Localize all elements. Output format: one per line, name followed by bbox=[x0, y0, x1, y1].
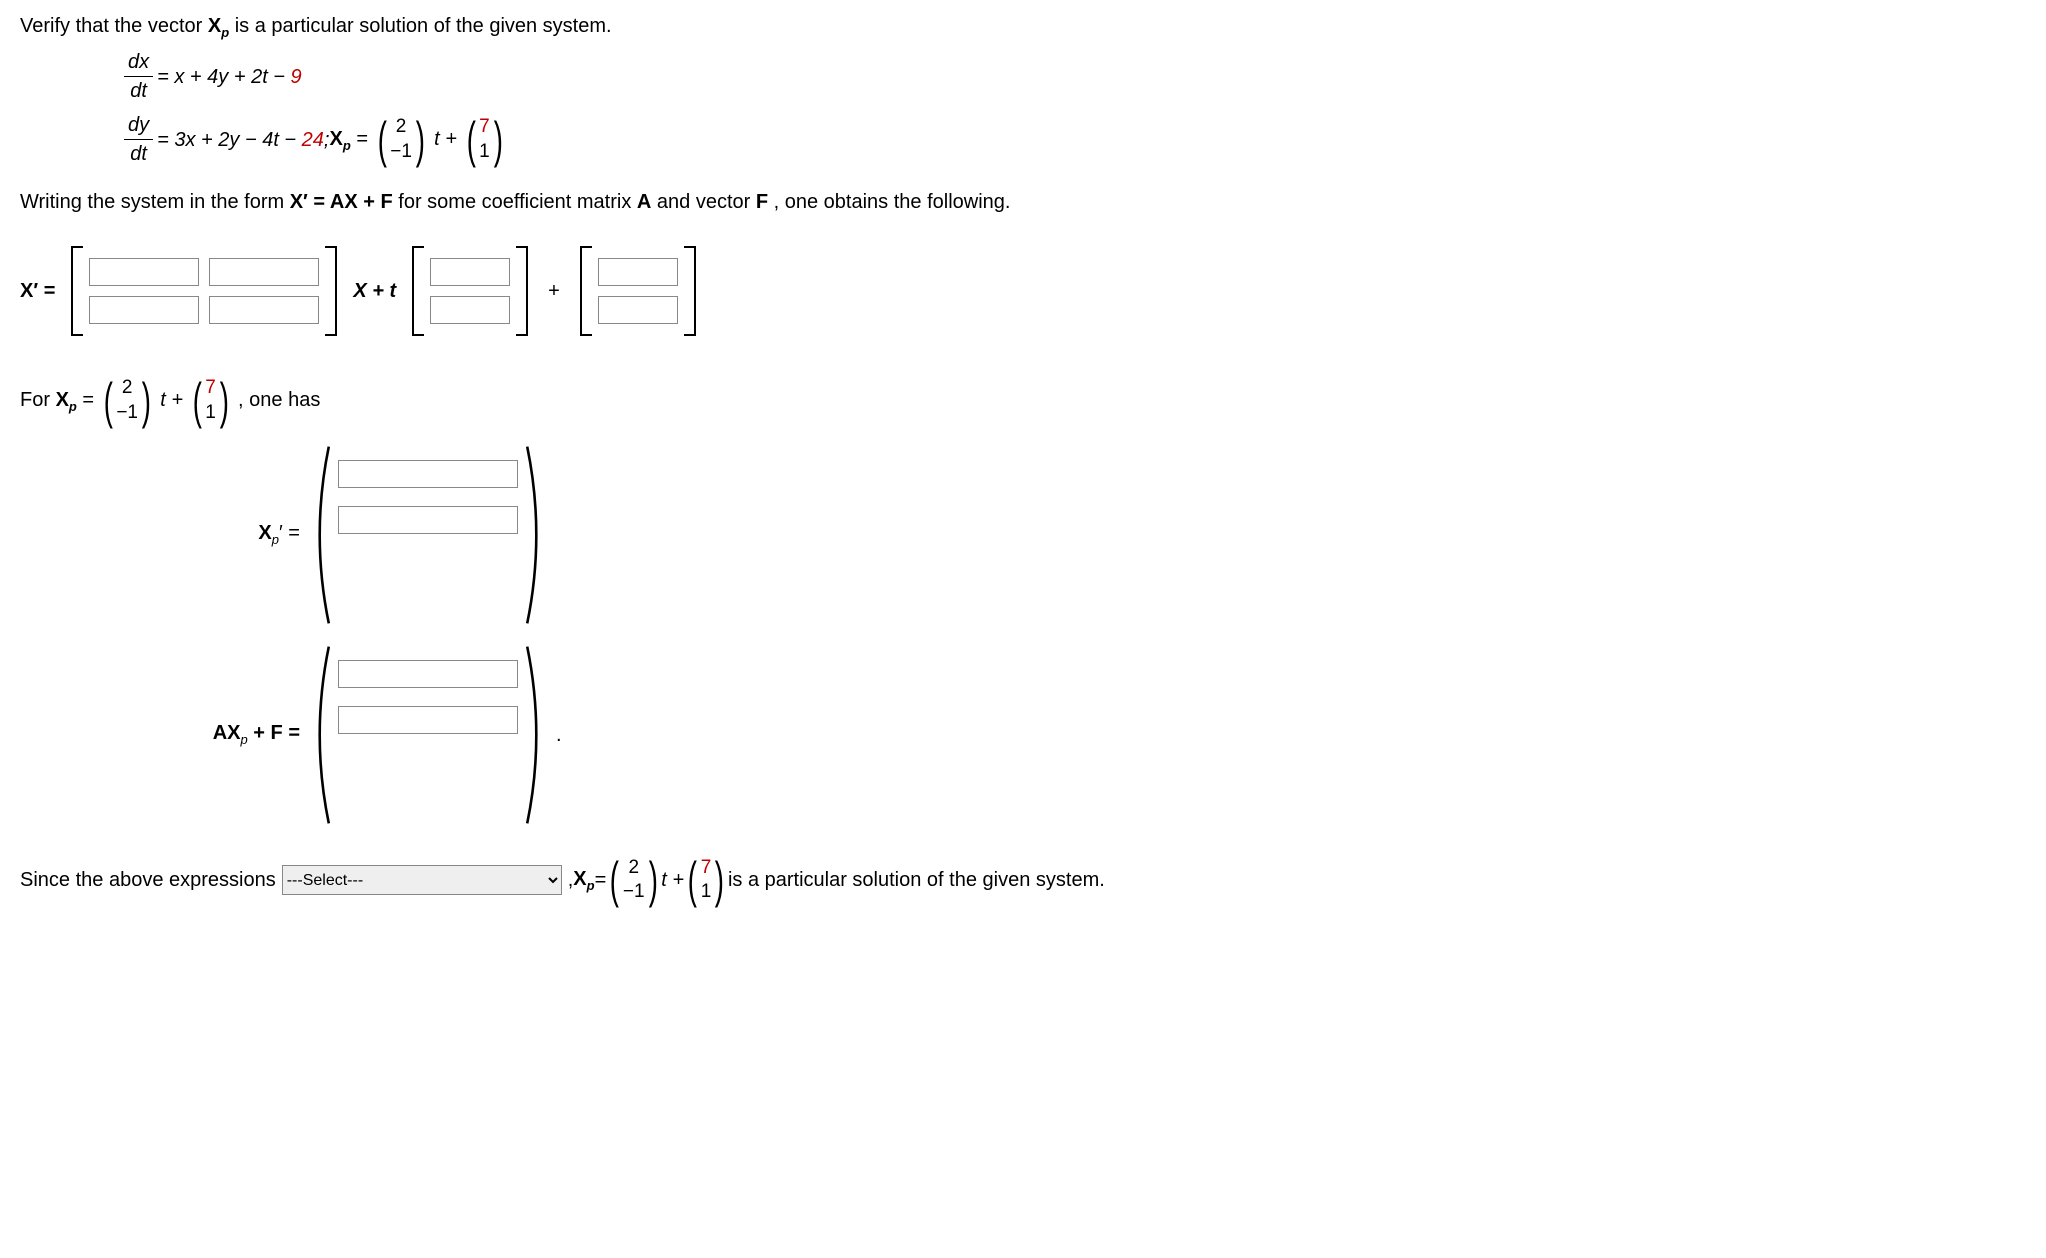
eq2-rhs: = 3x + 2y − 4t − 24; bbox=[157, 126, 329, 154]
final-vector-7-1: ( 7 1 ) bbox=[684, 856, 728, 905]
xp-symbol: Xp bbox=[208, 15, 235, 37]
xp-prime-cell-2[interactable] bbox=[338, 506, 518, 534]
matrix-A-cell-11[interactable] bbox=[89, 258, 199, 286]
equation-dy-dt: dy dt = 3x + 2y − 4t − 24; Xp = ( 2 −1 )… bbox=[120, 111, 2026, 168]
axp-plus-f-row: AXp + F = . bbox=[140, 644, 2026, 826]
period: . bbox=[556, 721, 562, 749]
eq1-rhs: = x + 4y + 2t − 9 bbox=[157, 63, 302, 91]
right-paren-icon bbox=[522, 444, 548, 626]
xp-prime-cell-1[interactable] bbox=[338, 460, 518, 488]
xp-prime-vector bbox=[308, 444, 548, 626]
fraction-dx-dt: dx dt bbox=[124, 48, 153, 105]
vector-2-neg1: ( 2 −1 ) bbox=[374, 115, 429, 164]
left-paren-icon bbox=[308, 444, 334, 626]
left-paren-icon bbox=[308, 644, 334, 826]
vector-t-cell-1[interactable] bbox=[430, 258, 510, 286]
writing-system-sentence: Writing the system in the form X′ = AX +… bbox=[20, 188, 2026, 216]
final-sentence: Since the above expressions ---Select---… bbox=[20, 856, 2026, 905]
matrix-form-row: X′ = X + t + bbox=[20, 246, 2026, 336]
xp-prime-label: Xp′ = bbox=[140, 519, 308, 549]
right-paren-icon bbox=[522, 644, 548, 826]
axp-plus-f-label: AXp + F = bbox=[140, 719, 308, 749]
vector-const-cell-2[interactable] bbox=[598, 296, 678, 324]
vector-7-1: ( 7 1 ) bbox=[463, 115, 507, 164]
intro-text-a: Verify that the vector bbox=[20, 15, 208, 37]
for-xp-line: For Xp = ( 2 −1 ) t + ( 7 1 ) , one has bbox=[20, 376, 2026, 425]
equation-dx-dt: dx dt = x + 4y + 2t − 9 bbox=[120, 48, 2026, 105]
matrix-A-cell-22[interactable] bbox=[209, 296, 319, 324]
axp-plus-f-vector bbox=[308, 644, 548, 826]
x-prime-lhs: X′ = bbox=[20, 277, 55, 305]
x-plus-t-label: X + t bbox=[353, 277, 396, 305]
matrix-A-cell-21[interactable] bbox=[89, 296, 199, 324]
intro-line: Verify that the vector Xp is a particula… bbox=[20, 12, 2026, 42]
plus-label: + bbox=[548, 277, 560, 305]
vector-t-2x1 bbox=[412, 246, 528, 336]
axp-f-cell-1[interactable] bbox=[338, 660, 518, 688]
intro-text-b: is a particular solution of the given sy… bbox=[235, 15, 612, 37]
final-vector-2-neg1: ( 2 −1 ) bbox=[606, 856, 661, 905]
for-vector-2-neg1: ( 2 −1 ) bbox=[100, 376, 155, 425]
matrix-A-2x2 bbox=[71, 246, 337, 336]
for-vector-7-1: ( 7 1 ) bbox=[189, 376, 233, 425]
vector-const-2x1 bbox=[580, 246, 696, 336]
axp-f-cell-2[interactable] bbox=[338, 706, 518, 734]
matrix-A-cell-12[interactable] bbox=[209, 258, 319, 286]
vector-const-cell-1[interactable] bbox=[598, 258, 678, 286]
fraction-dy-dt: dy dt bbox=[124, 111, 153, 168]
expressions-select[interactable]: ---Select--- bbox=[282, 865, 562, 895]
xp-definition: Xp = ( 2 −1 ) t + ( 7 1 ) bbox=[329, 115, 506, 164]
vector-t-cell-2[interactable] bbox=[430, 296, 510, 324]
xp-prime-row: Xp′ = bbox=[140, 444, 2026, 626]
